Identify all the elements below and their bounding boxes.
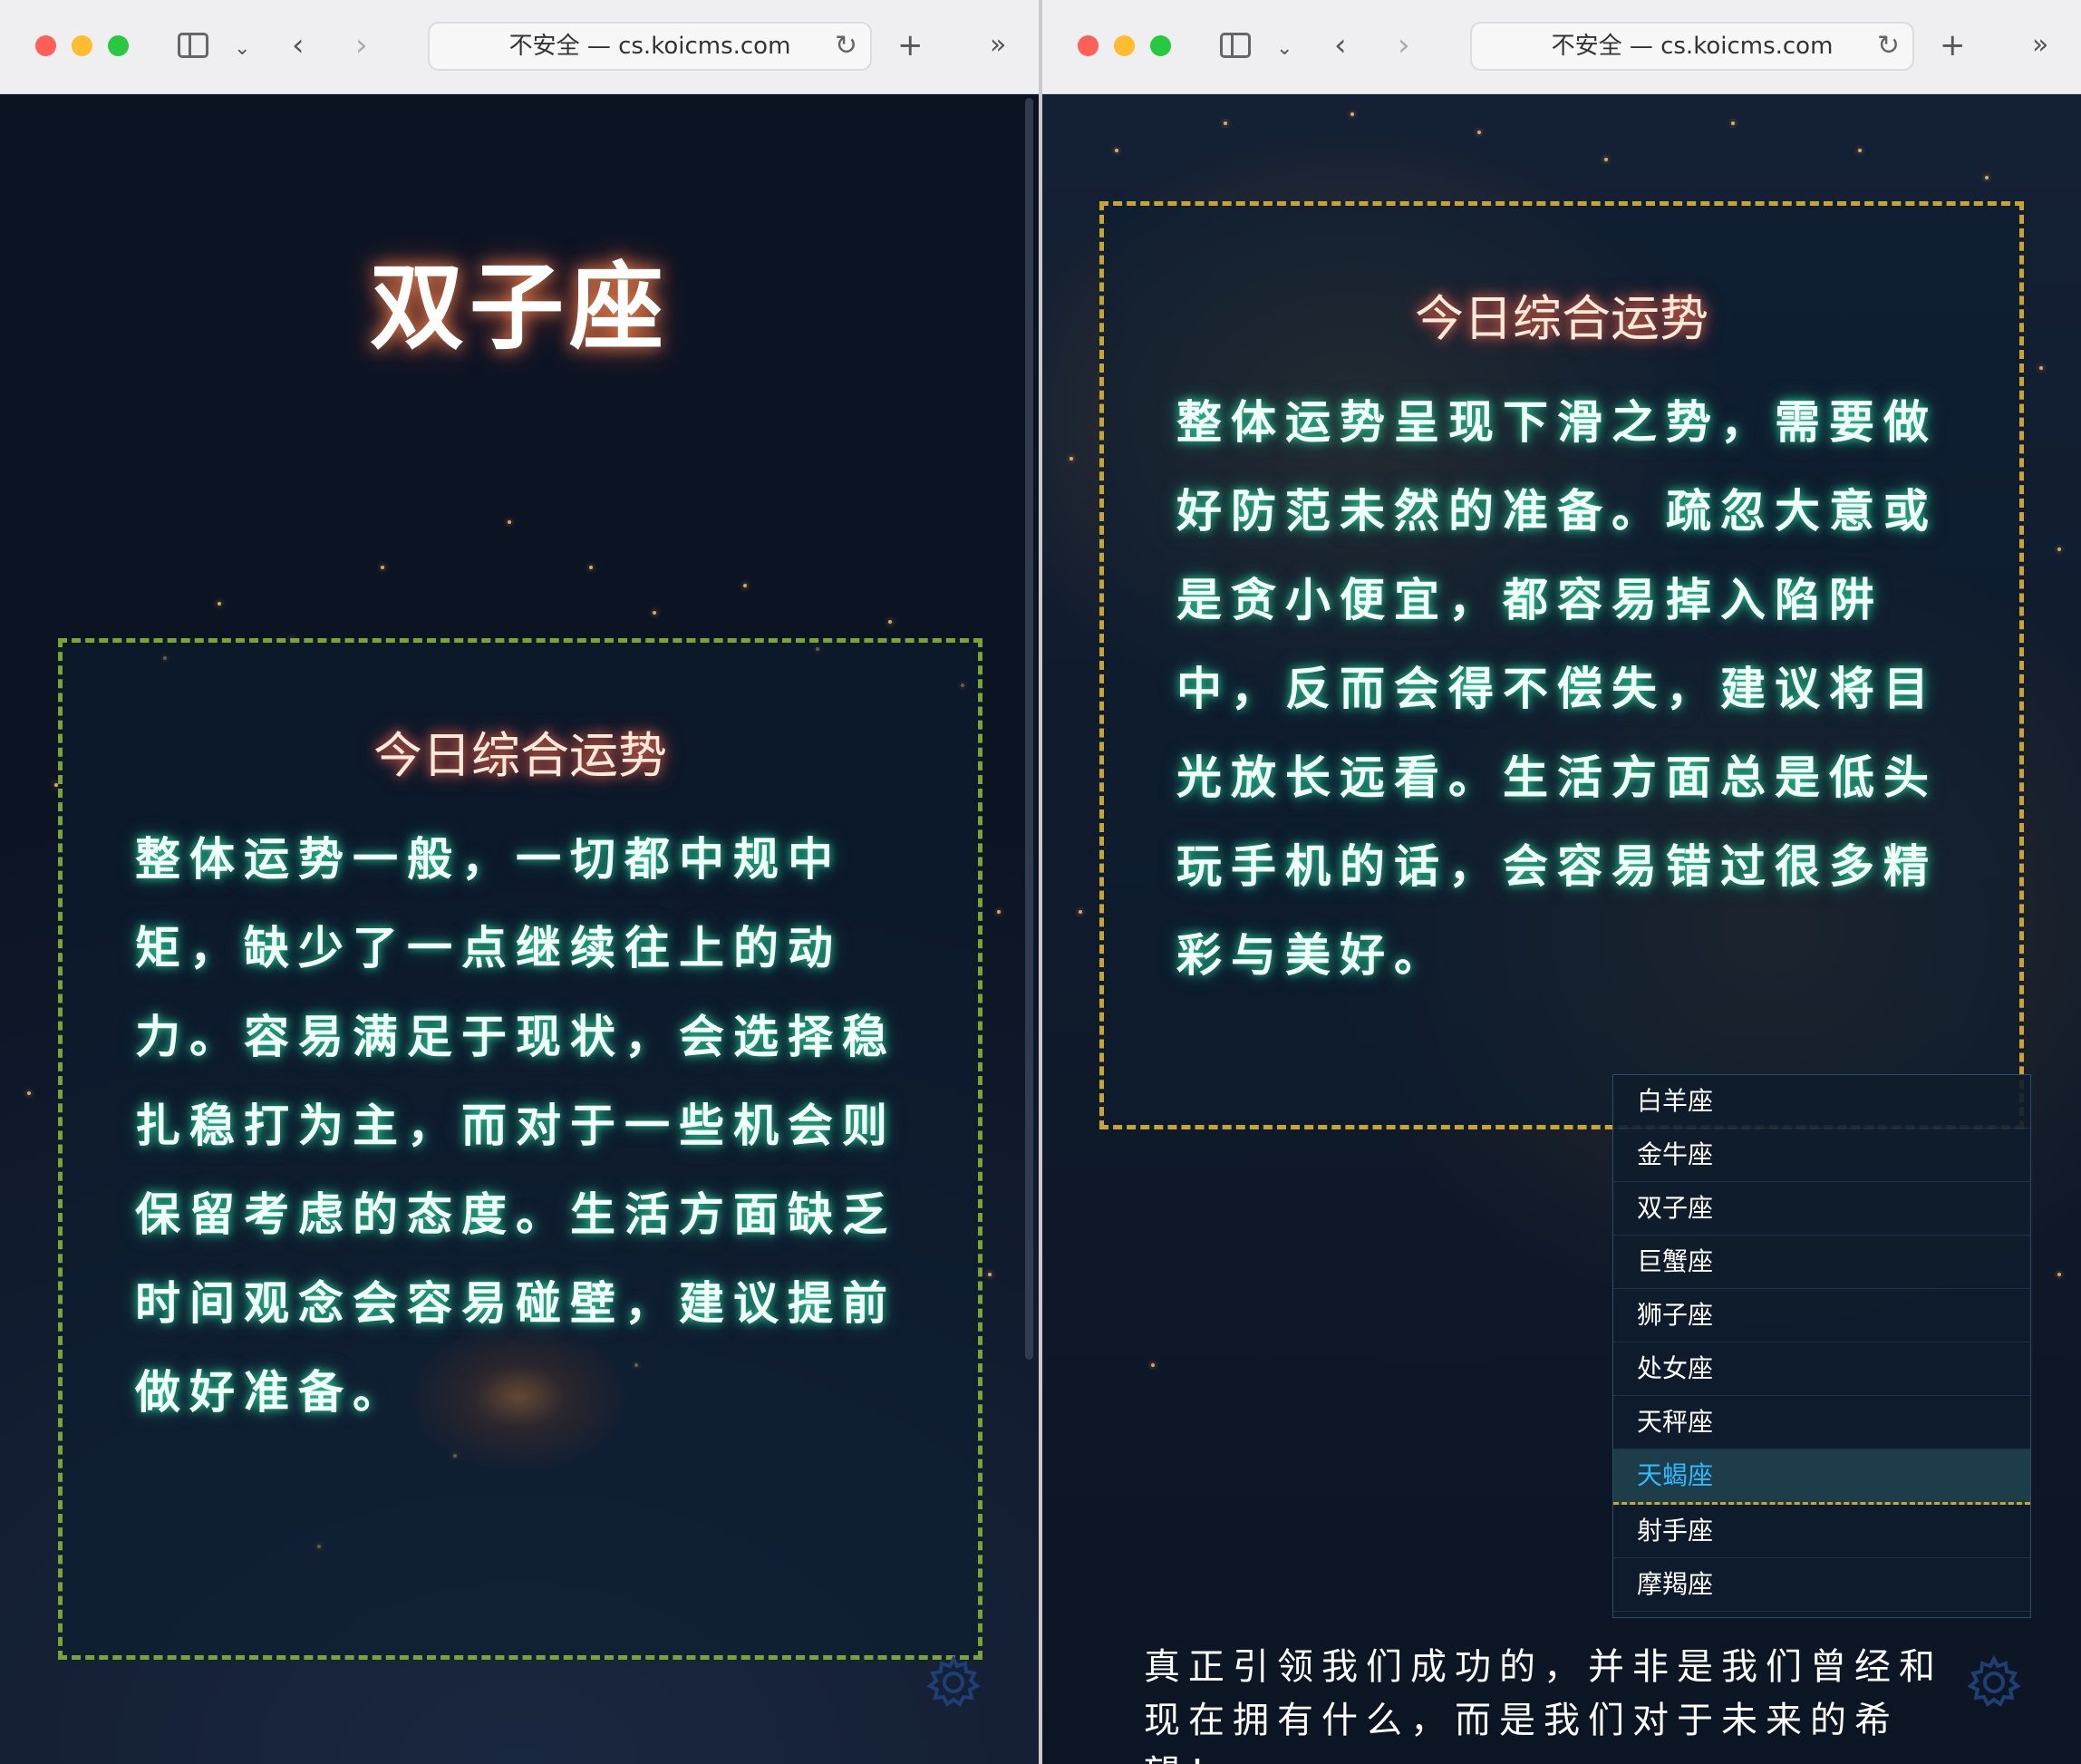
fortune-box: 今日综合运势 整体运势一般，一切都中规中矩，缺少了一点继续往上的动力。容易满足于…: [58, 638, 982, 1660]
menu-item-aries[interactable]: 白羊座: [1613, 1075, 2030, 1129]
menu-item-capricorn[interactable]: 摩羯座: [1613, 1558, 2030, 1612]
menu-item-taurus[interactable]: 金牛座: [1613, 1129, 2030, 1182]
chevron-down-icon[interactable]: ⌄: [1276, 31, 1292, 67]
zodiac-select-menu[interactable]: 白羊座 金牛座 双子座 巨蟹座 狮子座 处女座 天秤座 天蝎座 射手座 摩羯座: [1612, 1074, 2031, 1618]
browser-toolbar: ⌄ ‹ › 不安全 — cs.koicms.com ↻ + »: [1042, 0, 2081, 94]
menu-item-gemini[interactable]: 双子座: [1613, 1182, 2030, 1236]
back-chevron-icon[interactable]: ‹: [1334, 27, 1347, 63]
reload-icon[interactable]: ↻: [835, 24, 857, 69]
menu-item-scorpio[interactable]: 天蝎座: [1613, 1449, 2030, 1505]
browser-window-left: ⌄ ‹ › 不安全 — cs.koicms.com ↻ + » 双子座 今日综合…: [0, 0, 1039, 1764]
forward-chevron-icon[interactable]: ›: [1398, 27, 1410, 63]
fortune-text: 整体运势一般，一切都中规中矩，缺少了一点继续往上的动力。容易满足于现状，会选择稳…: [135, 832, 896, 1419]
fortune-heading: 今日综合运势: [1415, 290, 1708, 347]
menu-item-cancer[interactable]: 巨蟹座: [1613, 1236, 2030, 1289]
double-chevron-icon[interactable]: »: [990, 27, 1006, 63]
menu-item-virgo[interactable]: 处女座: [1613, 1342, 2030, 1396]
double-chevron-icon[interactable]: »: [2032, 27, 2048, 63]
fortune-box: 今日综合运势 整体运势呈现下滑之势，需要做好防范未然的准备。疏忽大意或是贪小便宜…: [1099, 201, 2024, 1129]
fortune-text: 整体运势呈现下滑之势，需要做好防范未然的准备。疏忽大意或是贪小便宜，都容易掉入陷…: [1176, 395, 1938, 982]
minimize-window-button[interactable]: [1114, 35, 1135, 56]
zoom-window-button[interactable]: [1150, 35, 1171, 56]
new-tab-plus-icon[interactable]: +: [897, 27, 924, 63]
minimize-window-button[interactable]: [72, 35, 92, 56]
address-text: 不安全 — cs.koicms.com: [508, 33, 791, 60]
scrollbar[interactable]: [1025, 98, 1033, 1360]
close-window-button[interactable]: [1078, 35, 1099, 56]
address-bar[interactable]: 不安全 — cs.koicms.com ↻: [428, 22, 872, 71]
address-bar[interactable]: 不安全 — cs.koicms.com ↻: [1470, 22, 1914, 71]
zoom-window-button[interactable]: [108, 35, 129, 56]
address-text: 不安全 — cs.koicms.com: [1551, 33, 1834, 60]
gear-icon[interactable]: [924, 1653, 982, 1711]
browser-toolbar: ⌄ ‹ › 不安全 — cs.koicms.com ↻ + »: [0, 0, 1039, 94]
page-content: 今日综合运势 整体运势呈现下滑之势，需要做好防范未然的准备。疏忽大意或是贪小便宜…: [1042, 94, 2081, 1764]
chevron-down-icon[interactable]: ⌄: [234, 31, 250, 67]
menu-item-sagittarius[interactable]: 射手座: [1613, 1505, 2030, 1558]
forward-chevron-icon[interactable]: ›: [355, 27, 368, 63]
browser-window-right: ⌄ ‹ › 不安全 — cs.koicms.com ↻ + » 今日综合运势 整…: [1042, 0, 2081, 1764]
new-tab-plus-icon[interactable]: +: [1940, 27, 1966, 63]
page-content: 双子座 今日综合运势 整体运势一般，一切都中规中矩，缺少了一点继续往上的动力。容…: [0, 94, 1039, 1764]
sidebar-icon[interactable]: [1220, 33, 1251, 58]
menu-item-leo[interactable]: 狮子座: [1613, 1289, 2030, 1342]
close-window-button[interactable]: [35, 35, 56, 56]
gear-icon[interactable]: [1965, 1653, 2023, 1711]
fortune-heading: 今日综合运势: [373, 727, 667, 784]
motto-quote: 真正引领我们成功的，并非是我们曾经和现在拥有什么，而是我们对于未来的希望！: [1144, 1646, 1943, 1764]
back-chevron-icon[interactable]: ‹: [292, 27, 305, 63]
sign-title: 双子座: [369, 251, 669, 363]
reload-icon[interactable]: ↻: [1877, 24, 1900, 69]
menu-item-libra[interactable]: 天秤座: [1613, 1396, 2030, 1449]
sidebar-icon[interactable]: [178, 33, 208, 58]
